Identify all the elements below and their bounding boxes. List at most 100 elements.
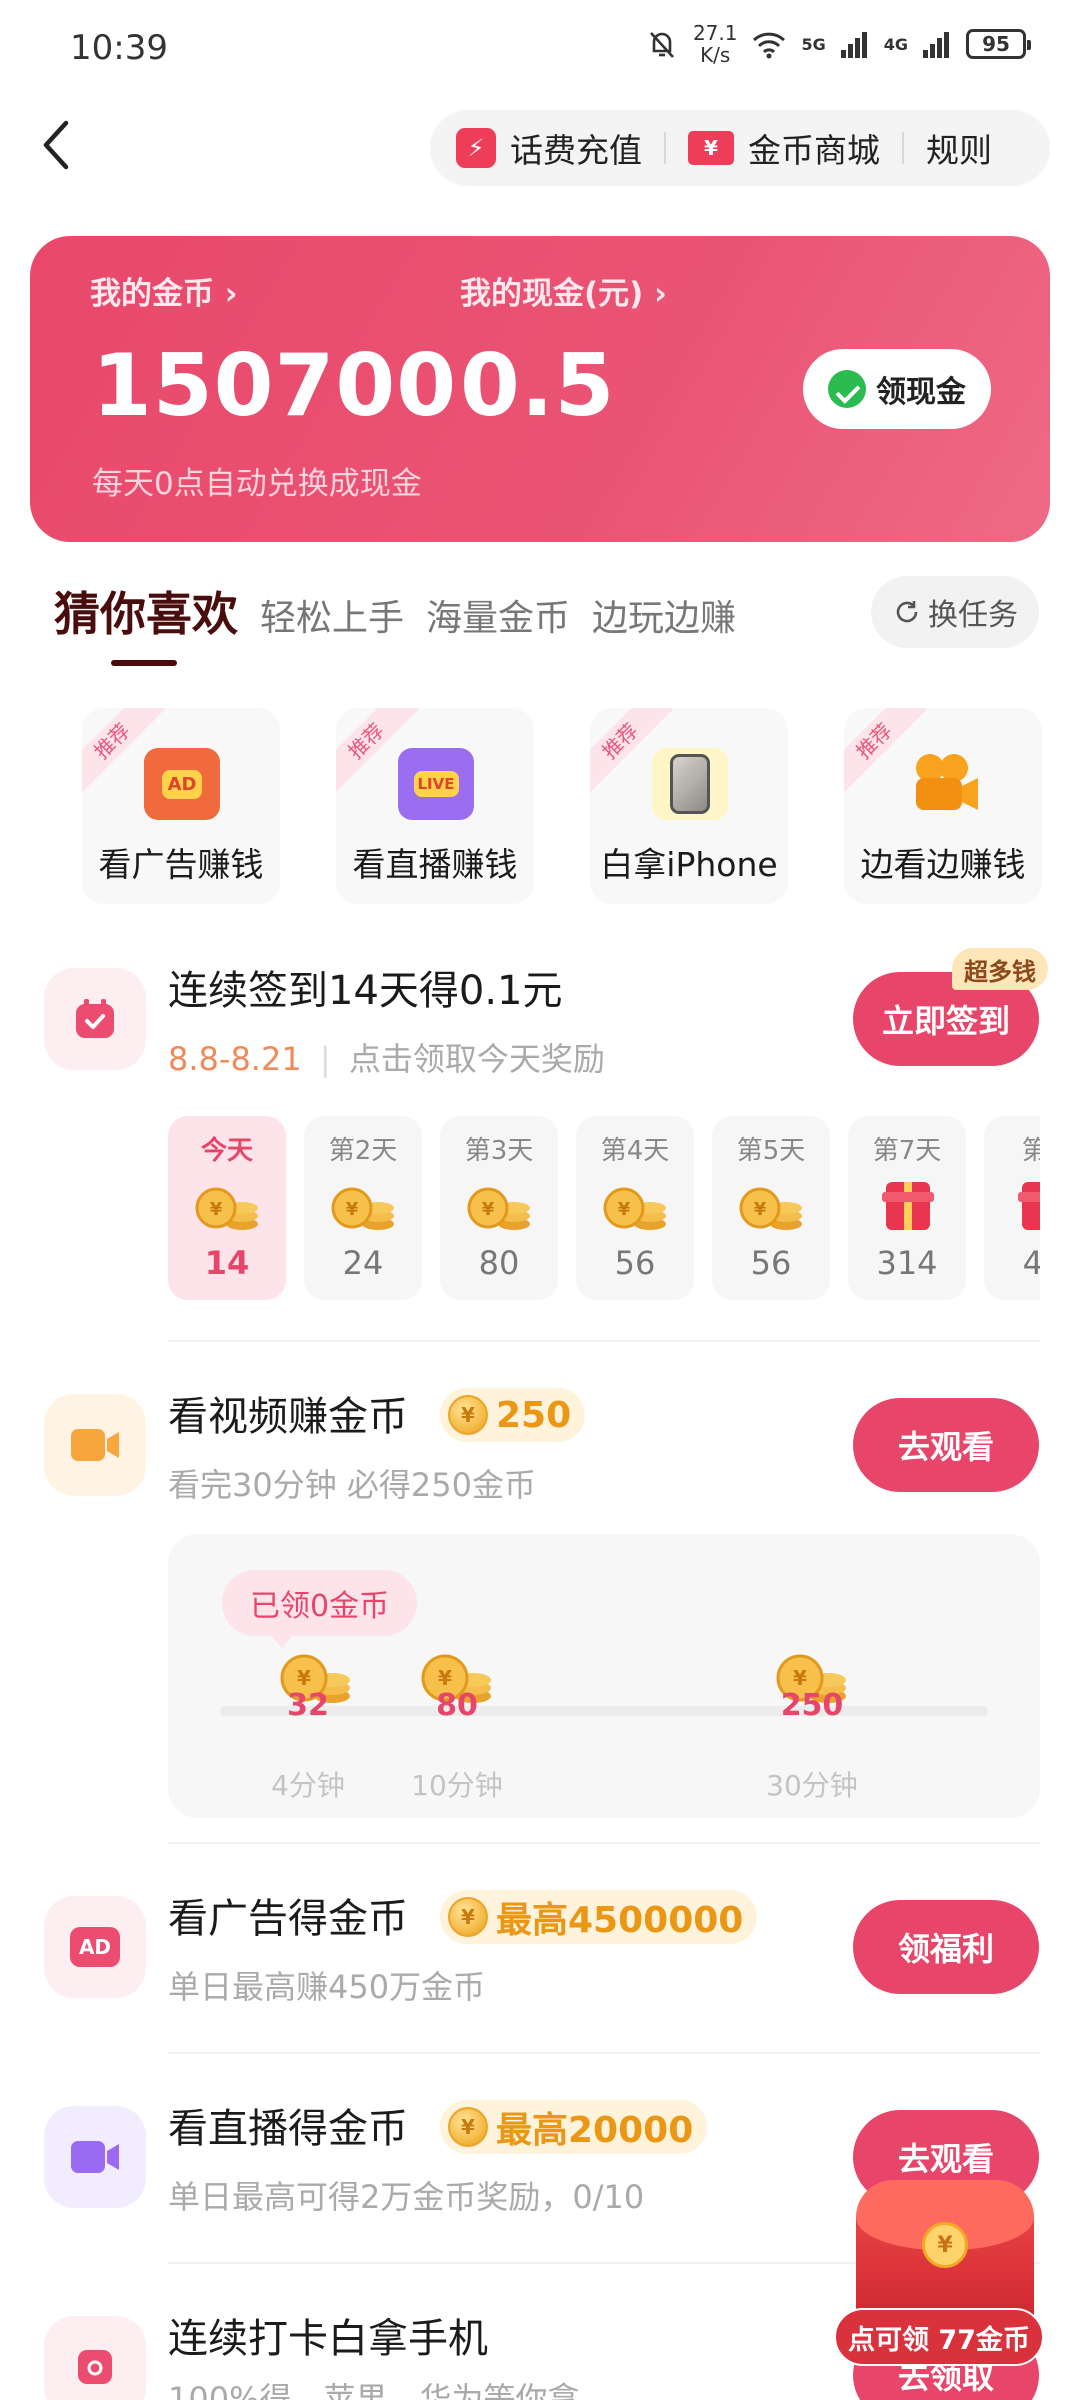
status-bar: 10:39 27.1 K/s 5G 4G 95 [0, 0, 1080, 100]
my-coins-link[interactable]: 我的金币 › [90, 268, 238, 313]
feature-watch-and-earn[interactable]: 推荐 边看边赚钱 [844, 708, 1042, 904]
checkin-day[interactable]: 第5天 ¥56 [712, 1116, 830, 1300]
floating-red-packet[interactable]: ¥ 点可领 77金币 [834, 2180, 1070, 2400]
switch-tasks-label: 换任务 [928, 598, 1018, 633]
checkin-day[interactable]: 第3天 ¥80 [440, 1116, 558, 1300]
milestone-value: 250 [780, 1688, 844, 1723]
collected-coins-tip: 已领0金币 [222, 1570, 418, 1648]
ad-welfare-button[interactable]: 领福利 [853, 1900, 1039, 1994]
my-coins-label: 我的金币 [90, 276, 214, 312]
checkin-day-value: 14 [204, 1244, 250, 1282]
live-task-icon [44, 2106, 146, 2208]
topup-label: 话费充值 [510, 131, 642, 170]
svg-text:¥: ¥ [618, 1199, 631, 1220]
coin-stack-icon: ¥ [736, 1182, 806, 1234]
checkin-day-value: 80 [478, 1244, 520, 1282]
divider: | [319, 1040, 331, 1078]
back-arrow-icon[interactable] [36, 115, 76, 175]
tv-live-icon-text: LIVE [413, 771, 459, 797]
divider [168, 1842, 1040, 1844]
checkin-day-value: 43 [1022, 1244, 1040, 1282]
feature-watch-live[interactable]: 推荐 LIVE 看直播赚钱 [336, 708, 534, 904]
feature-label: 看直播赚钱 [352, 845, 518, 884]
ad-task-title: 看广告得金币 [168, 1896, 408, 1942]
checkin-date-range: 8.8-8.21 [168, 1040, 302, 1078]
checkin-hint: 点击领取今天奖励 [348, 1040, 605, 1078]
rules-button[interactable]: 规则 [926, 124, 992, 172]
tab-guess-you-like[interactable]: 猜你喜欢 [54, 578, 238, 644]
coin-mall-button[interactable]: ¥ 金币商城 [688, 124, 880, 172]
svg-text:¥: ¥ [297, 1666, 311, 1690]
ticket-icon: ¥ [688, 131, 734, 165]
tab-massive-coins[interactable]: 海量金币 [426, 589, 570, 641]
balance-card: 我的金币 › 150700 我的现金(元) › 0.5 领现金 每天0点自动兑换… [30, 236, 1050, 542]
tab-easy-start[interactable]: 轻松上手 [260, 589, 404, 641]
status-time: 10:39 [70, 28, 168, 68]
checkin-title: 连续签到14天得0.1元 [168, 968, 563, 1014]
video-progress-box: 已领0金币 ¥ 32 4分钟 ¥ 80 10分钟 ¥ 250 30分钟 [168, 1534, 1040, 1818]
phone-task-subtitle: 100%得，苹果、华为等你拿 [168, 2380, 580, 2400]
checkin-day-value: 24 [342, 1244, 384, 1282]
checkin-day-label: 第7天 [872, 1136, 942, 1166]
checkin-day-value: 314 [876, 1244, 938, 1282]
divider [168, 1340, 1040, 1342]
network-speed-unit: K/s [700, 43, 731, 67]
gift-icon [1008, 1182, 1040, 1234]
checkin-days: 今天 ¥14 第2天 ¥24 第3天 ¥80 第4天 ¥56 第5天 ¥56 第7天 314 第1 43 [168, 1116, 1040, 1300]
signal-icon [840, 32, 867, 58]
checkin-day-label: 今天 [200, 1136, 253, 1166]
video-task-subtitle: 看完30分钟 必得250金币 [168, 1466, 536, 1504]
coin-stack-icon: ¥ [328, 1182, 398, 1234]
checkin-day[interactable]: 第7天 314 [848, 1116, 966, 1300]
coin-stack-icon: ¥ [192, 1182, 262, 1234]
feature-watch-ads[interactable]: 推荐 AD 看广告赚钱 [82, 708, 280, 904]
checkin-day[interactable]: 第1 43 [984, 1116, 1040, 1300]
tab-play-and-earn[interactable]: 边玩边赚 [592, 589, 736, 641]
live-task-reward: ¥ 最高20000 [440, 2100, 708, 2154]
feature-label: 看广告赚钱 [98, 845, 264, 884]
tv-ad-icon-text: AD [161, 769, 203, 799]
feature-label: 边看边赚钱 [860, 845, 1026, 884]
phone-task-icon [44, 2316, 146, 2400]
checkin-day[interactable]: 今天 ¥14 [168, 1116, 286, 1300]
checkin-day-label: 第1 [1021, 1136, 1040, 1166]
milestone-value: 80 [436, 1688, 478, 1723]
svg-text:¥: ¥ [438, 1666, 452, 1690]
tv-live-icon: LIVE [398, 748, 474, 820]
milestone-value: 32 [287, 1688, 329, 1723]
live-task-title: 看直播得金币 [168, 2106, 408, 2152]
switch-tasks-button[interactable]: 换任务 [871, 576, 1039, 648]
network-speed-value: 27.1 [692, 21, 738, 45]
coins-value: 150700 [92, 336, 458, 436]
video-task-reward: ¥ 250 [440, 1388, 586, 1442]
feature-label: 白拿iPhone [600, 845, 778, 884]
coin-icon: ¥ [448, 1897, 488, 1937]
checkin-day-label: 第5天 [736, 1136, 806, 1166]
checkin-day-label: 第4天 [600, 1136, 670, 1166]
coin-mall-label: 金币商城 [748, 131, 880, 170]
mute-bell-icon [649, 32, 674, 58]
coin-stack-icon: ¥ [464, 1182, 534, 1234]
withdraw-cash-button[interactable]: 领现金 [803, 349, 991, 429]
lightning-icon: ⚡ [456, 128, 496, 168]
exchange-note: 每天0点自动兑换成现金 [92, 466, 422, 502]
feature-free-iphone[interactable]: 推荐 白拿iPhone [590, 708, 788, 904]
ad-task-reward: ¥ 最高4500000 [440, 1890, 758, 1944]
gift-icon [872, 1182, 942, 1234]
checkin-day[interactable]: 第4天 ¥56 [576, 1116, 694, 1300]
topup-button[interactable]: ⚡ 话费充值 [456, 124, 642, 172]
milestone-time: 30分钟 [766, 1769, 858, 1802]
calendar-icon [44, 968, 146, 1070]
battery-icon: 95 [966, 29, 1031, 59]
checkin-subtitle: 8.8-8.21 | 点击领取今天奖励 [168, 1034, 605, 1080]
ad-task-reward-value: 最高4500000 [496, 1900, 744, 1941]
checkin-day-value: 56 [614, 1244, 656, 1282]
rules-label: 规则 [926, 131, 992, 170]
feature-cards: 推荐 AD 看广告赚钱 推荐 LIVE 看直播赚钱 推荐 白拿iPhone 推荐… [82, 708, 1042, 904]
wechat-icon [828, 370, 866, 408]
checkin-day-label: 第2天 [328, 1136, 398, 1166]
milestone-time: 4分钟 [271, 1769, 345, 1802]
checkin-day[interactable]: 第2天 ¥24 [304, 1116, 422, 1300]
my-cash-link[interactable]: 我的现金(元) › [460, 268, 667, 313]
watch-video-button[interactable]: 去观看 [853, 1398, 1039, 1492]
